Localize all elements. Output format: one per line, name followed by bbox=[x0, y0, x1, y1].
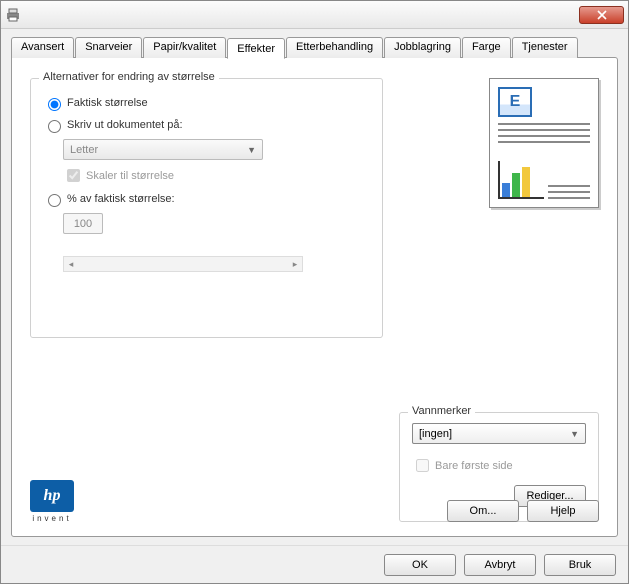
tab-jobblagring[interactable]: Jobblagring bbox=[384, 37, 461, 58]
paper-size-value: Letter bbox=[70, 144, 98, 156]
percent-slider: ◂ ▸ bbox=[63, 256, 303, 272]
chevron-down-icon: ▼ bbox=[570, 429, 579, 439]
preview-chart-icon bbox=[498, 161, 544, 199]
resize-options-group: Alternativer for endring av størrelse Fa… bbox=[30, 78, 383, 338]
radio-percent-actual-label: % av faktisk størrelse: bbox=[67, 193, 175, 205]
resize-group-title: Alternativer for endring av størrelse bbox=[39, 71, 219, 83]
tab-papir-kvalitet[interactable]: Papir/kvalitet bbox=[143, 37, 226, 58]
ok-button[interactable]: OK bbox=[384, 554, 456, 576]
radio-print-on-input[interactable] bbox=[48, 120, 61, 133]
about-button[interactable]: Om... bbox=[447, 500, 519, 522]
hp-logo: hp invent bbox=[30, 480, 74, 524]
apply-button[interactable]: Bruk bbox=[544, 554, 616, 576]
printer-properties-dialog: Avansert Snarveier Papir/kvalitet Effekt… bbox=[0, 0, 629, 584]
chevron-down-icon: ▼ bbox=[247, 145, 256, 155]
tab-strip: Avansert Snarveier Papir/kvalitet Effekt… bbox=[11, 37, 618, 58]
watermark-selected-value: [ingen] bbox=[419, 428, 452, 440]
effects-panel: Alternativer for endring av størrelse Fa… bbox=[11, 57, 618, 537]
close-button[interactable] bbox=[579, 6, 624, 24]
radio-actual-size-input[interactable] bbox=[48, 98, 61, 111]
help-button[interactable]: Hjelp bbox=[527, 500, 599, 522]
radio-print-on[interactable]: Skriv ut dokumentet på: bbox=[43, 117, 370, 133]
scale-to-size-check: Skaler til størrelse bbox=[63, 166, 370, 185]
watermark-select[interactable]: [ingen] ▼ bbox=[412, 423, 586, 444]
radio-actual-size[interactable]: Faktisk størrelse bbox=[43, 95, 370, 111]
slider-left-arrow-icon: ◂ bbox=[64, 257, 78, 271]
slider-right-arrow-icon: ▸ bbox=[288, 257, 302, 271]
preview-e-icon: E bbox=[498, 87, 532, 117]
first-page-only-label: Bare første side bbox=[435, 460, 513, 472]
tab-tjenester[interactable]: Tjenester bbox=[512, 37, 578, 58]
dialog-footer: OK Avbryt Bruk bbox=[1, 545, 628, 583]
titlebar bbox=[1, 1, 628, 29]
watermark-group-title: Vannmerker bbox=[408, 405, 475, 417]
first-page-only-check: Bare første side bbox=[412, 456, 586, 475]
hp-invent-text: invent bbox=[30, 514, 74, 523]
first-page-only-input bbox=[416, 459, 429, 472]
percent-value-field: 100 bbox=[63, 213, 103, 234]
tab-etterbehandling[interactable]: Etterbehandling bbox=[286, 37, 383, 58]
tab-farge[interactable]: Farge bbox=[462, 37, 511, 58]
paper-size-select: Letter ▼ bbox=[63, 139, 263, 160]
radio-actual-size-label: Faktisk størrelse bbox=[67, 97, 148, 109]
radio-print-on-label: Skriv ut dokumentet på: bbox=[67, 119, 183, 131]
radio-percent-actual-input[interactable] bbox=[48, 194, 61, 207]
scale-to-size-input bbox=[67, 169, 80, 182]
tab-snarveier[interactable]: Snarveier bbox=[75, 37, 142, 58]
radio-percent-actual[interactable]: % av faktisk størrelse: bbox=[43, 191, 370, 207]
scale-to-size-label: Skaler til størrelse bbox=[86, 170, 174, 182]
cancel-button[interactable]: Avbryt bbox=[464, 554, 536, 576]
content-area: Avansert Snarveier Papir/kvalitet Effekt… bbox=[1, 29, 628, 545]
hp-badge-icon: hp bbox=[30, 480, 74, 512]
tab-effekter[interactable]: Effekter bbox=[227, 38, 285, 59]
page-preview: E bbox=[489, 78, 599, 208]
tab-avansert[interactable]: Avansert bbox=[11, 37, 74, 58]
printer-icon bbox=[5, 7, 21, 23]
